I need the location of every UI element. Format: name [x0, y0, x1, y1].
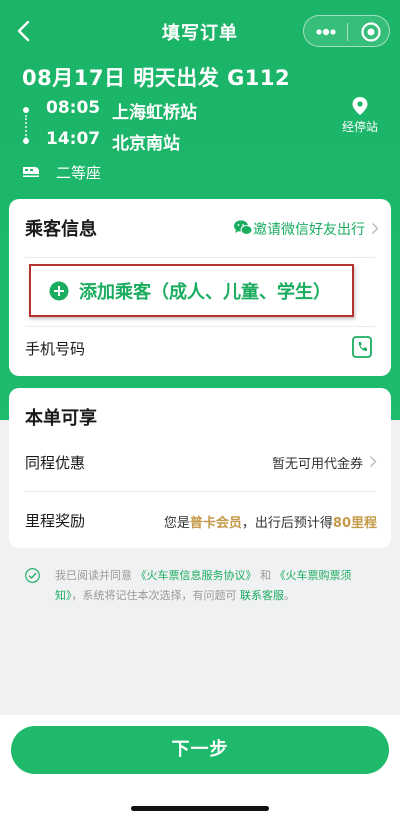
- agreement-text: 我已阅读并同意 《火车票信息服务协议》 和 《火车票购票须知》，系统将记住本次选…: [55, 566, 377, 606]
- stops-label: 经停站: [341, 120, 378, 134]
- mileage-label: 里程奖励: [25, 512, 86, 530]
- add-passenger-label: 添加乘客（成人、儿童、学生）: [79, 282, 331, 303]
- stops-button[interactable]: 经停站: [338, 96, 382, 138]
- trip-title: 08月17日 明天出发 G112: [22, 66, 291, 90]
- divider: [25, 257, 375, 258]
- benefits-card: 本单可享 同程优惠 暂无可用代金券 里程奖励 您是普卡会员，出行后预计得80里程: [9, 388, 391, 548]
- benefits-section-title: 本单可享: [25, 408, 97, 429]
- arrival-dot: [23, 138, 29, 144]
- member-level: 普卡会员: [189, 516, 242, 531]
- bottom-bar: 下一步: [0, 715, 400, 822]
- add-passenger-highlight: 添加乘客（成人、儿童、学生）: [29, 264, 354, 317]
- plus-circle-icon: [49, 281, 69, 301]
- phone-contact-icon[interactable]: [352, 336, 372, 358]
- invite-friend-link[interactable]: 邀请微信好友出行: [229, 219, 379, 239]
- chevron-right-icon: [370, 456, 377, 467]
- mileage-prefix: 您是: [163, 516, 190, 531]
- divider: [25, 491, 375, 492]
- departure-time: 08:05: [46, 98, 101, 118]
- departure-dot: [23, 107, 29, 113]
- phone-number-label: 手机号码: [25, 340, 86, 358]
- agreement-suffix: ，系统将记住本次选择，有问题可: [71, 589, 237, 602]
- service-agreement-link[interactable]: 《火车票信息服务协议》: [136, 569, 257, 582]
- more-dots-icon[interactable]: [315, 25, 337, 39]
- seat-class-label: 二等座: [56, 164, 102, 182]
- divider: [25, 326, 375, 327]
- passenger-card: 乘客信息 邀请微信好友出行 添加乘客（成人、儿童、学生） 手机号码: [9, 199, 391, 376]
- home-indicator: [131, 806, 269, 811]
- agreement-and: 和: [260, 569, 271, 582]
- arrival-time: 14:07: [46, 129, 101, 149]
- target-circle-icon[interactable]: [360, 21, 382, 43]
- nav-bar: 填写订单: [0, 0, 400, 62]
- chevron-right-icon: [372, 223, 379, 234]
- invite-label: 邀请微信好友出行: [253, 222, 365, 238]
- mileage-value: 您是普卡会员，出行后预计得80里程: [164, 512, 377, 531]
- passenger-section-title: 乘客信息: [25, 219, 97, 240]
- train-icon: [23, 167, 39, 177]
- discount-row[interactable]: 暂无可用代金券: [9, 438, 391, 484]
- mini-program-capsule: [303, 15, 390, 47]
- agreement-prefix: 我已阅读并同意: [55, 569, 132, 582]
- route-line: [25, 115, 27, 139]
- location-pin-icon: [352, 97, 368, 115]
- mileage-points: 80里程: [332, 516, 377, 531]
- next-step-button[interactable]: 下一步: [11, 726, 389, 774]
- check-circle-icon[interactable]: [25, 568, 40, 583]
- departure-station: 上海虹桥站: [112, 103, 197, 123]
- capsule-divider: [347, 23, 348, 41]
- mileage-mid: ，出行后预计得: [241, 516, 333, 531]
- arrival-station: 北京南站: [112, 134, 180, 154]
- wechat-icon: [234, 220, 253, 235]
- customer-service-link[interactable]: 联系客服: [240, 589, 284, 602]
- discount-value: 暂无可用代金券: [271, 457, 363, 472]
- agreement-end: 。: [284, 589, 295, 602]
